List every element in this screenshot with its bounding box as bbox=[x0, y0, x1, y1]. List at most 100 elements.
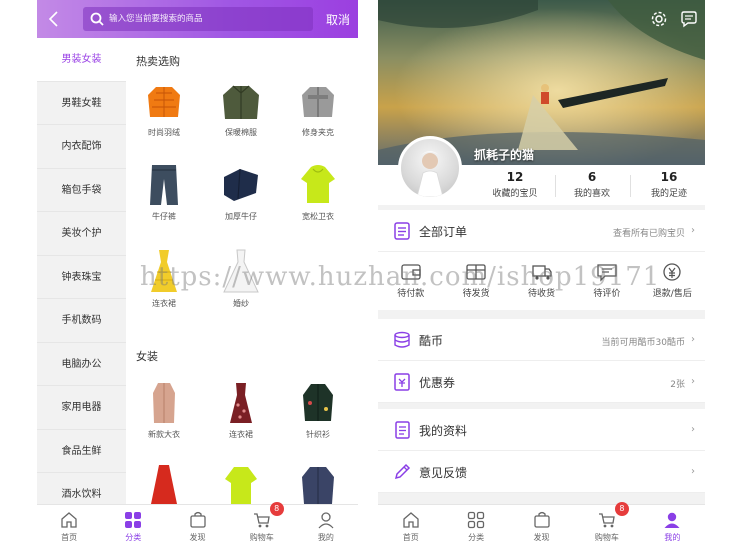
nav-cart[interactable]: 8 购物车 bbox=[574, 502, 639, 551]
floral-dress-image bbox=[230, 383, 252, 423]
avatar-image bbox=[416, 151, 444, 197]
pencil-icon bbox=[394, 463, 411, 480]
category-item[interactable]: 箱包手袋 bbox=[37, 169, 126, 212]
nav-label: 分类 bbox=[125, 533, 142, 542]
category-item[interactable]: 家用电器 bbox=[37, 386, 126, 430]
cart-icon bbox=[598, 513, 615, 528]
red-dress-image bbox=[151, 465, 177, 504]
divider bbox=[630, 175, 631, 197]
navy-jacket-image bbox=[302, 467, 334, 504]
product-item[interactable]: 保暖棉服 bbox=[211, 83, 271, 138]
cancel-button[interactable]: 取消 bbox=[326, 11, 350, 28]
new-coat-image bbox=[153, 383, 175, 423]
stat-label: 我的足迹 bbox=[650, 189, 687, 199]
category-item[interactable]: 内衣配饰 bbox=[37, 125, 126, 169]
category-item[interactable]: 男装女装 bbox=[37, 38, 126, 82]
product-item[interactable] bbox=[288, 463, 348, 504]
product-label: 新款大衣 bbox=[148, 430, 180, 439]
my-profile-label: 我的资料 bbox=[419, 424, 468, 438]
search-header: 输入您当前要搜索的商品 取消 bbox=[37, 0, 358, 38]
product-item[interactable]: 新款大衣 bbox=[134, 381, 194, 440]
thick-jeans-image bbox=[224, 168, 258, 201]
jacket-image bbox=[302, 87, 334, 117]
bottom-nav: 首页 分类 发现 8 购物车 我的 bbox=[37, 502, 358, 551]
chevron-right-icon: › bbox=[691, 376, 695, 387]
all-orders-row[interactable]: 全部订单 查看所有已购宝贝 › bbox=[378, 210, 705, 252]
knit-cardigan-image bbox=[303, 384, 333, 421]
product-item[interactable]: 加厚牛仔 bbox=[211, 163, 271, 222]
product-item[interactable]: 连衣裙 bbox=[211, 381, 271, 440]
category-sidebar: 男装女装 男鞋女鞋 内衣配饰 箱包手袋 美妆个护 钟表珠宝 手机数码 电脑办公 … bbox=[37, 38, 126, 517]
category-item[interactable]: 电脑办公 bbox=[37, 343, 126, 386]
all-orders-hint: 查看所有已购宝贝 bbox=[612, 229, 685, 239]
cart-badge: 8 bbox=[614, 502, 629, 516]
product-label: 连衣裙 bbox=[152, 299, 176, 308]
gear-icon[interactable] bbox=[650, 10, 668, 28]
cart-icon bbox=[253, 513, 270, 528]
avatar[interactable] bbox=[398, 136, 462, 200]
bottom-nav: 首页 分类 发现 8 购物车 我的 bbox=[378, 502, 705, 551]
section-title: 热卖选购 bbox=[136, 55, 180, 68]
stat-footprints[interactable]: 16 我的足迹 bbox=[639, 170, 699, 199]
product-item[interactable]: 宽松卫衣 bbox=[288, 163, 348, 222]
stat-number: 12 bbox=[506, 170, 524, 184]
product-label: 加厚牛仔 bbox=[225, 212, 257, 221]
nav-label: 首页 bbox=[402, 533, 419, 542]
category-item[interactable]: 食品生鲜 bbox=[37, 430, 126, 473]
nav-category[interactable]: 分类 bbox=[443, 505, 508, 551]
nav-label: 我的 bbox=[664, 533, 681, 542]
coins-row[interactable]: 酷币 当前可用酷币30酷币 › bbox=[378, 319, 705, 361]
feedback-label: 意见反馈 bbox=[419, 466, 468, 480]
nav-home[interactable]: 首页 bbox=[37, 505, 101, 551]
chevron-right-icon: › bbox=[691, 424, 695, 435]
nav-mine[interactable]: 我的 bbox=[640, 505, 705, 551]
search-icon bbox=[90, 12, 104, 26]
back-arrow-icon[interactable] bbox=[47, 10, 61, 28]
product-item[interactable]: 修身夹克 bbox=[288, 83, 348, 138]
user-icon bbox=[318, 512, 334, 529]
feedback-row[interactable]: 意见反馈 › bbox=[378, 451, 705, 493]
down-jacket-image bbox=[148, 87, 180, 117]
user-icon bbox=[664, 512, 680, 528]
product-item[interactable]: 时尚羽绒 bbox=[134, 83, 194, 138]
stat-label: 我的喜欢 bbox=[573, 189, 610, 199]
product-label: 牛仔裤 bbox=[152, 212, 176, 221]
coupons-row[interactable]: 优惠券 2张 › bbox=[378, 361, 705, 403]
message-icon[interactable] bbox=[680, 10, 698, 28]
product-item[interactable]: 牛仔裤 bbox=[134, 163, 194, 222]
product-label: 时尚羽绒 bbox=[148, 128, 180, 137]
cotton-coat-image bbox=[223, 85, 259, 119]
nav-cart[interactable]: 8 购物车 bbox=[230, 502, 294, 551]
stat-favorites[interactable]: 12 收藏的宝贝 bbox=[485, 170, 545, 199]
product-label: 宽松卫衣 bbox=[302, 212, 334, 221]
chevron-right-icon: › bbox=[691, 225, 695, 236]
product-label: 保暖棉服 bbox=[225, 128, 257, 137]
jeans-image bbox=[150, 165, 178, 205]
search-input[interactable]: 输入您当前要搜索的商品 bbox=[83, 7, 313, 31]
green-sweater-image bbox=[225, 467, 257, 504]
category-item[interactable]: 美妆个护 bbox=[37, 212, 126, 256]
nav-home[interactable]: 首页 bbox=[378, 505, 443, 551]
category-item[interactable]: 钟表珠宝 bbox=[37, 256, 126, 299]
home-icon bbox=[403, 512, 419, 528]
my-profile-row[interactable]: 我的资料 › bbox=[378, 409, 705, 451]
product-label: 婚纱 bbox=[233, 299, 249, 308]
nav-category[interactable]: 分类 bbox=[101, 505, 165, 551]
stat-label: 收藏的宝贝 bbox=[492, 189, 538, 199]
category-item[interactable]: 男鞋女鞋 bbox=[37, 82, 126, 125]
product-item[interactable] bbox=[211, 463, 271, 504]
stat-number: 16 bbox=[660, 170, 678, 184]
username: 抓耗子的猫 bbox=[474, 148, 535, 162]
category-item[interactable]: 手机数码 bbox=[37, 299, 126, 343]
refund-yen-icon bbox=[663, 263, 681, 281]
nav-discover[interactable]: 发现 bbox=[165, 505, 229, 551]
order-list-icon bbox=[394, 222, 410, 240]
product-item[interactable] bbox=[134, 463, 194, 504]
nav-discover[interactable]: 发现 bbox=[509, 505, 574, 551]
bag-icon bbox=[533, 511, 550, 528]
product-item[interactable]: 针织衫 bbox=[288, 381, 348, 440]
stat-likes[interactable]: 6 我的喜欢 bbox=[562, 170, 622, 199]
hoodie-image bbox=[301, 165, 335, 203]
divider bbox=[555, 175, 556, 197]
nav-mine[interactable]: 我的 bbox=[294, 505, 358, 551]
